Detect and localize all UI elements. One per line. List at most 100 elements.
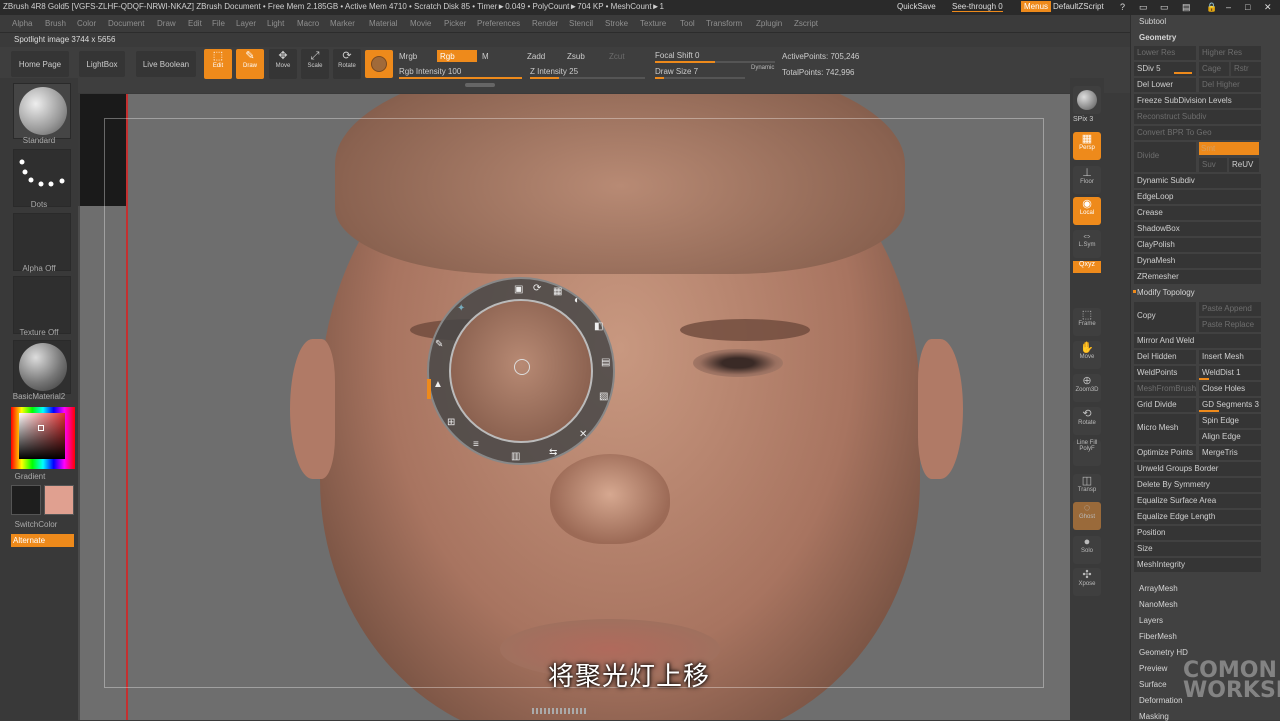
- preview-header[interactable]: Preview: [1139, 664, 1167, 673]
- shadowbox-section[interactable]: ShadowBox: [1134, 222, 1261, 236]
- edit-button[interactable]: ⬚ Edit: [204, 49, 232, 79]
- secondary-color-swatch[interactable]: [44, 485, 74, 515]
- size-section[interactable]: Size: [1134, 542, 1261, 556]
- fibermesh-header[interactable]: FiberMesh: [1139, 632, 1177, 641]
- spotlight-flip-icon[interactable]: ⇆: [549, 447, 557, 458]
- zscript-button[interactable]: DefaultZScript: [1053, 2, 1104, 11]
- zcut-button[interactable]: Zcut: [609, 52, 625, 61]
- focal-shift-slider[interactable]: [655, 61, 775, 63]
- rotate-button[interactable]: ⟳ Rotate: [333, 49, 361, 79]
- rstr-button[interactable]: Rstr: [1231, 62, 1261, 76]
- spotlight-front-icon[interactable]: ▥: [511, 451, 520, 462]
- color-square[interactable]: [19, 413, 65, 459]
- palette-icon[interactable]: ▤: [1182, 2, 1191, 13]
- menu-zscript[interactable]: Zscript: [794, 19, 818, 28]
- color-picker[interactable]: [11, 407, 75, 469]
- arraymesh-header[interactable]: ArrayMesh: [1139, 584, 1178, 593]
- dynamesh-section[interactable]: DynaMesh: [1134, 254, 1261, 268]
- grid-divide-button[interactable]: Grid Divide: [1134, 398, 1196, 412]
- spotlight-opacity-icon[interactable]: ◐: [574, 295, 580, 306]
- zremesher-section[interactable]: ZRemesher: [1134, 270, 1261, 284]
- local-button[interactable]: ◉ Local: [1073, 197, 1101, 225]
- merge-tris-button[interactable]: MergeTris: [1199, 446, 1261, 460]
- micro-mesh-button[interactable]: Micro Mesh: [1134, 414, 1196, 444]
- equalize-surface-area-button[interactable]: Equalize Surface Area: [1134, 494, 1261, 508]
- bpr-button[interactable]: [1073, 86, 1101, 114]
- crease-section[interactable]: Crease: [1134, 206, 1261, 220]
- main-color-swatch[interactable]: [11, 485, 41, 515]
- suv-toggle[interactable]: Suv: [1199, 158, 1227, 172]
- 3d-viewport[interactable]: ▣ ⟳ ▦ ◐ ◧ ▤ ▧ ✕ ⇆ ▥ ≡ ⊞ ▲ ✎ ✦: [80, 94, 1070, 720]
- paste-replace-button[interactable]: Paste Replace: [1199, 318, 1261, 332]
- alpha-selector[interactable]: [13, 213, 71, 271]
- draw-button[interactable]: ✎ Draw: [236, 49, 264, 79]
- modify-topology-header[interactable]: Modify Topology: [1137, 288, 1195, 297]
- menu-picker[interactable]: Picker: [444, 19, 466, 28]
- spotlight-nudge-icon[interactable]: ▲: [433, 379, 443, 390]
- z-intensity-slider[interactable]: [530, 77, 645, 79]
- reconstruct-subdiv-button[interactable]: Reconstruct Subdiv: [1134, 110, 1261, 124]
- spotlight-center-icon[interactable]: [514, 359, 530, 375]
- divide-button[interactable]: Divide: [1134, 142, 1196, 172]
- help-icon[interactable]: ?: [1120, 2, 1125, 12]
- subtool-header[interactable]: Subtool: [1139, 17, 1166, 26]
- spotlight-hue-icon[interactable]: ✦: [457, 303, 465, 314]
- claypolish-section[interactable]: ClayPolish: [1134, 238, 1261, 252]
- texture-selector[interactable]: [13, 276, 71, 334]
- menu-tool[interactable]: Tool: [680, 19, 695, 28]
- scale-button[interactable]: ⤢ Scale: [301, 49, 329, 79]
- move-button[interactable]: ✥ Move: [269, 49, 297, 79]
- spix-slider[interactable]: SPix 3: [1073, 116, 1093, 123]
- solo-button[interactable]: ● Solo: [1073, 536, 1101, 564]
- surface-header[interactable]: Surface: [1139, 680, 1167, 689]
- spotlight-tile-icon[interactable]: ▣: [514, 284, 523, 295]
- menu-material[interactable]: Material: [369, 19, 397, 28]
- geometry-header[interactable]: Geometry: [1139, 33, 1176, 42]
- delete-by-symmetry-button[interactable]: Delete By Symmetry: [1134, 478, 1261, 492]
- gradient-label[interactable]: Gradient: [0, 472, 60, 481]
- menu-edit[interactable]: Edit: [188, 19, 202, 28]
- spotlight-scale-icon[interactable]: ▦: [553, 286, 562, 297]
- cage-button[interactable]: Cage: [1199, 62, 1229, 76]
- edgeloop-section[interactable]: EdgeLoop: [1134, 190, 1261, 204]
- spotlight-smudge-icon[interactable]: ✎: [435, 339, 443, 350]
- see-through-slider[interactable]: See-through 0: [952, 2, 1003, 12]
- lock-icon[interactable]: 🔒: [1206, 2, 1217, 13]
- del-lower-button[interactable]: Del Lower: [1134, 78, 1196, 92]
- welddist-slider[interactable]: WeldDist 1: [1199, 366, 1261, 380]
- home-page-button[interactable]: Home Page: [11, 51, 69, 77]
- menu-brush[interactable]: Brush: [45, 19, 66, 28]
- insert-mesh-button[interactable]: Insert Mesh: [1199, 350, 1261, 364]
- spotlight-dial[interactable]: ▣ ⟳ ▦ ◐ ◧ ▤ ▧ ✕ ⇆ ▥ ≡ ⊞ ▲ ✎ ✦: [427, 277, 615, 465]
- switch-color-button[interactable]: SwitchColor: [0, 520, 72, 529]
- menu-movie[interactable]: Movie: [410, 19, 431, 28]
- persp-button[interactable]: ▦ Persp: [1073, 132, 1101, 160]
- quicksave-button[interactable]: QuickSave: [897, 2, 936, 11]
- close-icon[interactable]: ✕: [1264, 2, 1272, 13]
- deformation-header[interactable]: Deformation: [1139, 696, 1183, 705]
- shelf-scroll-handle[interactable]: [465, 83, 495, 87]
- mrgb-button[interactable]: Mrgb: [399, 52, 417, 61]
- spotlight-fade-icon[interactable]: ◧: [594, 321, 603, 332]
- menu-zplugin[interactable]: Zplugin: [756, 19, 782, 28]
- layout2-icon[interactable]: ▭: [1160, 2, 1169, 13]
- m-button[interactable]: M: [482, 52, 489, 61]
- lower-res-button[interactable]: Lower Res: [1134, 46, 1196, 60]
- reuv-button[interactable]: ReUV: [1229, 158, 1259, 172]
- equalize-edge-length-button[interactable]: Equalize Edge Length: [1134, 510, 1261, 524]
- menu-transform[interactable]: Transform: [706, 19, 742, 28]
- rotate-view-button[interactable]: ⟲ Rotate: [1073, 407, 1101, 435]
- unweld-groups-border-button[interactable]: Unweld Groups Border: [1134, 462, 1261, 476]
- menu-stencil[interactable]: Stencil: [569, 19, 593, 28]
- optimize-points-button[interactable]: Optimize Points: [1134, 446, 1196, 460]
- rgb-button[interactable]: Rgb: [437, 50, 477, 62]
- del-hidden-button[interactable]: Del Hidden: [1134, 350, 1196, 364]
- rgb-intensity-slider[interactable]: [399, 77, 522, 79]
- higher-res-button[interactable]: Higher Res: [1199, 46, 1261, 60]
- spotlight-grid-icon[interactable]: ▤: [601, 357, 610, 368]
- weldpoints-button[interactable]: WeldPoints: [1134, 366, 1196, 380]
- spotlight-paint-icon[interactable]: ⊞: [447, 417, 455, 428]
- gd-segments-slider[interactable]: GD Segments 3: [1199, 398, 1261, 412]
- move-view-button[interactable]: ✋ Move: [1073, 341, 1101, 369]
- dynamic-subdiv-section[interactable]: Dynamic Subdiv: [1134, 174, 1261, 188]
